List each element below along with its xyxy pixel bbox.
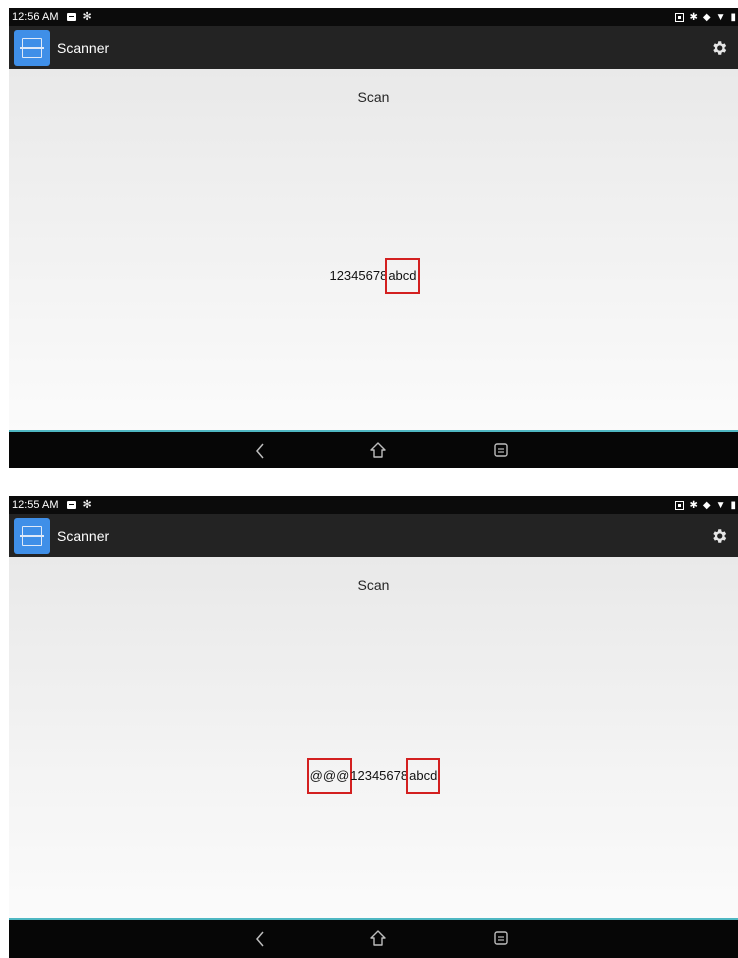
scan-button[interactable]: Scan <box>9 577 738 593</box>
app-title: Scanner <box>57 39 110 56</box>
settings-button[interactable] <box>708 37 730 59</box>
gear-icon <box>713 41 727 55</box>
app-bar: Scanner <box>9 26 738 69</box>
scan-result-suffix-highlighted: abcd <box>385 258 420 294</box>
barcode-scanner-icon <box>14 517 50 554</box>
scan-button[interactable]: Scan <box>9 89 738 105</box>
status-bar: 12:56 AM ✻ ✱ ◆ ▼ ▮ <box>9 8 738 26</box>
screenshot-top: 12:56 AM ✻ ✱ ◆ ▼ ▮ Scanner Scan 12345678… <box>9 8 738 468</box>
scan-result-prefix-highlighted: @@@ <box>306 758 353 794</box>
battery-icon: ▮ <box>730 11 736 23</box>
scan-result-digits: 12345678 <box>350 768 409 783</box>
nav-back-button[interactable] <box>251 442 269 460</box>
nav-home-button[interactable] <box>369 929 387 947</box>
scan-result-digits: 12345678 <box>329 268 388 283</box>
bluetooth-icon: ✱ <box>689 499 698 511</box>
status-bar: 12:55 AM ✻ ✱ ◆ ▼ ▮ <box>9 496 738 514</box>
settings-notification-icon: ✻ <box>82 498 92 511</box>
sound-icon: ◆ <box>702 499 711 511</box>
nav-recent-button[interactable] <box>493 930 511 948</box>
status-time: 12:55 AM <box>12 499 59 511</box>
home-icon <box>370 930 386 946</box>
app-bar: Scanner <box>9 514 738 557</box>
nav-recent-button[interactable] <box>493 442 511 460</box>
navigation-bar <box>9 432 738 468</box>
app-title: Scanner <box>57 527 110 544</box>
scan-result-suffix-highlighted: abcd <box>406 758 441 794</box>
scan-result: 12345678abcd <box>9 258 738 294</box>
screenshot-bottom: 12:55 AM ✻ ✱ ◆ ▼ ▮ Scanner Scan @@@12345… <box>9 496 738 958</box>
home-icon <box>370 442 386 458</box>
notification-icon <box>67 501 77 509</box>
scan-content: Scan 12345678abcd <box>9 69 738 432</box>
recent-apps-icon <box>494 931 508 945</box>
notification-icon <box>67 13 77 21</box>
back-chevron-icon <box>256 931 264 947</box>
scan-content: Scan @@@12345678abcd <box>9 557 738 920</box>
nav-back-button[interactable] <box>251 930 269 948</box>
nav-home-button[interactable] <box>369 441 387 459</box>
battery-icon: ▮ <box>730 499 736 511</box>
status-time: 12:56 AM <box>12 11 59 23</box>
nfc-icon <box>675 500 685 510</box>
recent-apps-icon <box>494 443 508 457</box>
wifi-icon: ▼ <box>715 499 726 511</box>
status-icons: ✱ ◆ ▼ ▮ <box>675 8 736 26</box>
navigation-bar <box>9 920 738 958</box>
settings-button[interactable] <box>708 525 730 547</box>
settings-notification-icon: ✻ <box>82 10 92 23</box>
status-icons: ✱ ◆ ▼ ▮ <box>675 496 736 514</box>
gear-icon <box>713 529 727 543</box>
bluetooth-icon: ✱ <box>689 11 698 23</box>
scan-result: @@@12345678abcd <box>9 758 738 794</box>
nfc-icon <box>675 12 685 22</box>
wifi-icon: ▼ <box>715 11 726 23</box>
barcode-scanner-icon <box>14 29 50 66</box>
back-chevron-icon <box>256 443 264 459</box>
sound-icon: ◆ <box>702 11 711 23</box>
